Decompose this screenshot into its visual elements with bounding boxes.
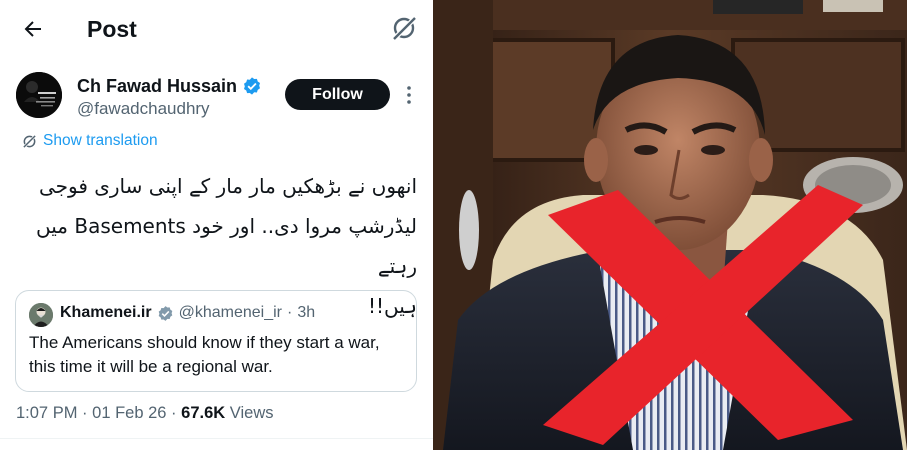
quoted-handle: @khamenei_ir [178,304,282,321]
quoted-avatar [29,303,53,327]
post-date[interactable]: 01 Feb 26 [92,404,166,422]
top-bar: Post [0,0,433,58]
quoted-header: Khamenei.ir @khamenei_ir · 3h [60,302,315,324]
views-label: Views [229,404,274,422]
author-name-row: Ch Fawad Hussain [77,74,262,98]
verified-badge-icon [244,77,261,95]
show-translation-link[interactable]: Show translation [22,132,158,150]
quoted-name: Khamenei.ir [60,304,152,321]
photo-panel [433,0,907,450]
quoted-text: The Americans should know if they start … [29,333,380,376]
author-name[interactable]: Ch Fawad Hussain [77,74,237,98]
verified-badge-gray-icon [158,305,172,321]
quoted-separator: · [287,304,293,321]
portrait-photo [433,0,907,450]
quoted-time: 3h [297,304,316,321]
meta-separator: · [171,404,177,422]
meta-separator: · [82,404,88,422]
back-button[interactable] [18,14,48,44]
author-handle[interactable]: @fawadchaudhry [77,98,210,120]
post-time[interactable]: 1:07 PM [16,404,77,422]
grok-icon[interactable] [389,13,419,43]
divider [0,438,433,439]
page-title: Post [87,16,137,42]
post-text-line: لیڈرشپ مروا دی.. اور خود Basements میں ر… [36,214,417,278]
post-text-line: انھوں نے بڑھکیں مار مار کے اپنی ساری فوج… [38,174,417,198]
post-meta: 1:07 PM · 01 Feb 26 · 67.6K Views [16,402,273,424]
author-avatar[interactable] [16,72,62,118]
show-translation-label: Show translation [43,132,158,149]
follow-button[interactable]: Follow [285,79,390,110]
translate-grok-icon [22,134,37,148]
back-arrow-icon [24,21,41,37]
more-options-icon[interactable] [402,84,416,106]
views-count: 67.6K [181,404,226,422]
quoted-post[interactable]: Khamenei.ir @khamenei_ir · 3h The Americ… [15,290,417,392]
post-panel: Post Ch Fawad Hussain @fawadchaudhry Fol… [0,0,433,450]
